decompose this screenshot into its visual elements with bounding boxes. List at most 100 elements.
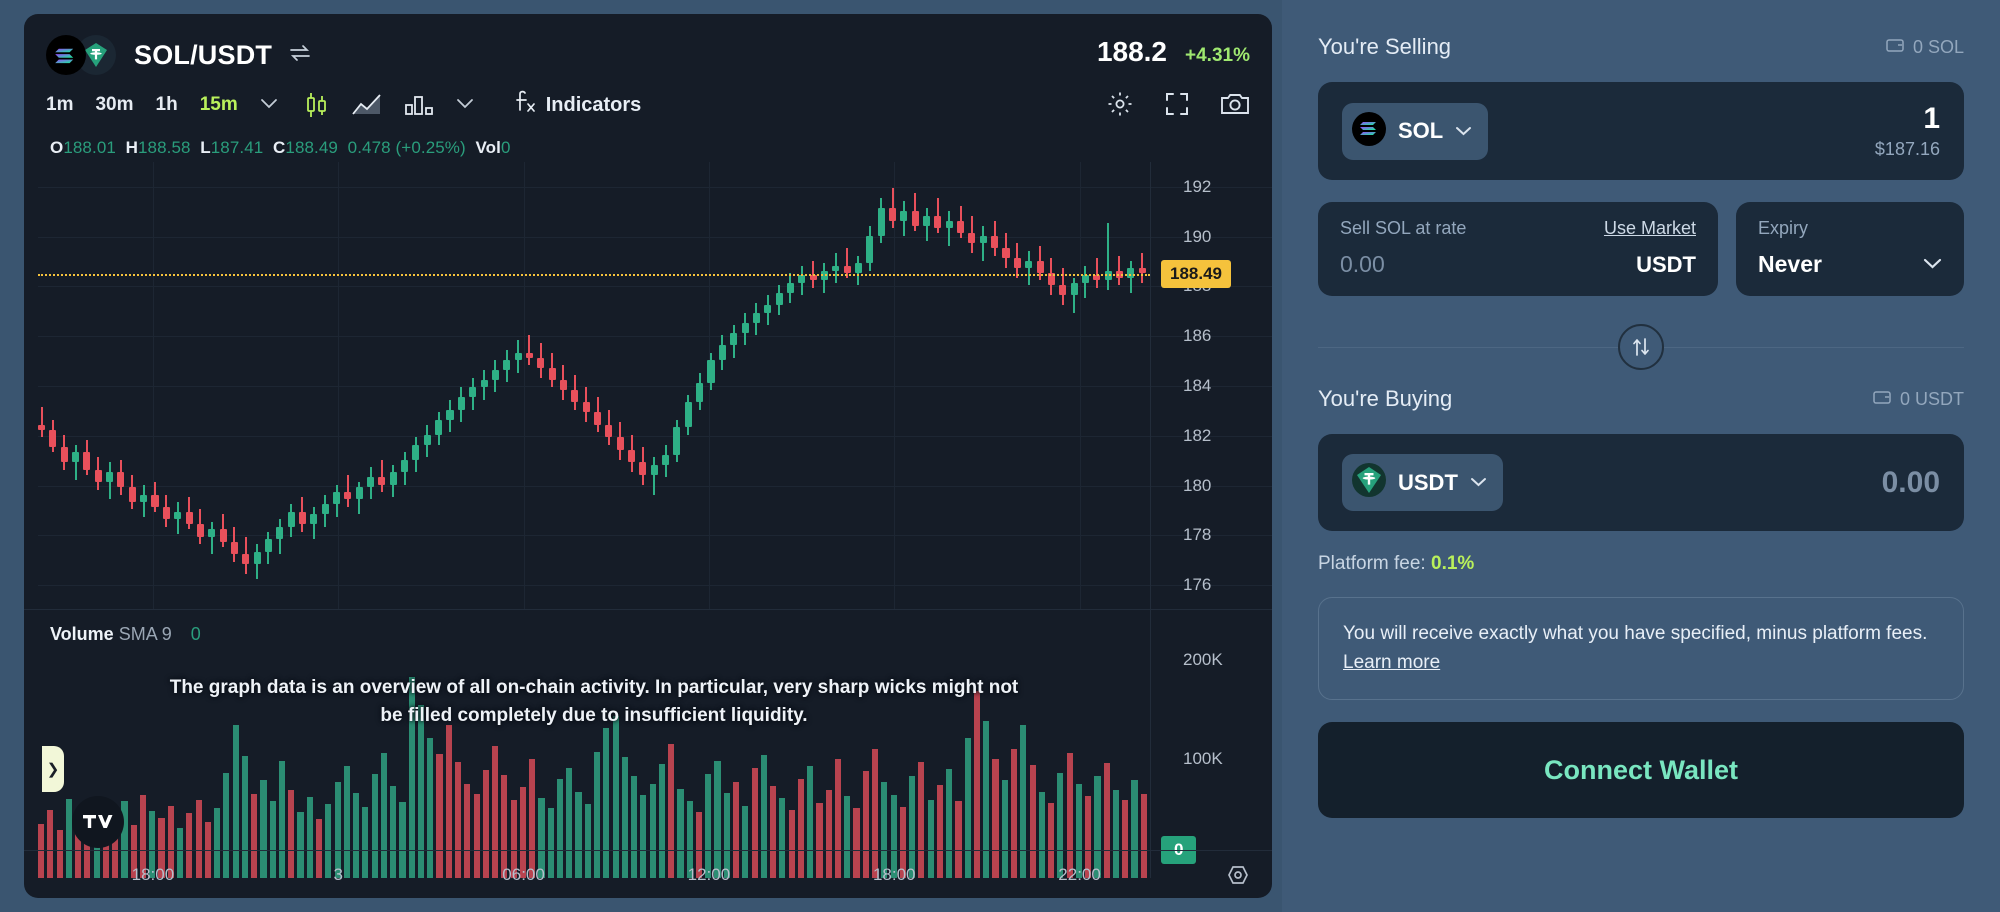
- fullscreen-icon[interactable]: [1164, 91, 1190, 117]
- candle: [208, 161, 215, 609]
- ohlc-vol-label: Vol: [475, 138, 501, 157]
- selling-amount-usd: $187.16: [1875, 139, 1940, 160]
- candle: [912, 161, 919, 609]
- selling-amount-block: 1 $187.16: [1875, 102, 1940, 160]
- buying-token-symbol: USDT: [1398, 470, 1458, 496]
- chart-toolbar: 1m 30m 1h 15m: [46, 82, 1250, 128]
- candle: [968, 161, 975, 609]
- candle: [980, 161, 987, 609]
- symbol-row: SOL/USDT: [46, 32, 1250, 78]
- platform-fee-label: Platform fee:: [1318, 553, 1426, 574]
- candle: [594, 161, 601, 609]
- ohlc-o-value: 188.01: [63, 138, 116, 157]
- candle: [639, 161, 646, 609]
- pair-icons: [46, 33, 128, 77]
- price-display: 188.2 +4.31%: [1097, 36, 1250, 68]
- ohlc-h-label: H: [126, 138, 138, 157]
- candle: [821, 161, 828, 609]
- candle: [878, 161, 885, 609]
- candle: [991, 161, 998, 609]
- candle: [1127, 161, 1134, 609]
- camera-icon[interactable]: [1220, 91, 1250, 117]
- chevron-down-icon: [1455, 123, 1472, 140]
- ohlc-c-value: 188.49: [285, 138, 338, 157]
- selling-balance-value: 0 SOL: [1913, 37, 1964, 58]
- rate-input[interactable]: 0.00: [1340, 251, 1385, 278]
- solana-icon: [46, 35, 86, 75]
- chevron-right-icon[interactable]: ❯: [42, 746, 64, 792]
- timeframe-15m[interactable]: 15m: [200, 94, 238, 116]
- ohlc-o-label: O: [50, 138, 63, 157]
- wallet-icon: [1873, 389, 1891, 410]
- price-axis-label: 186: [1183, 326, 1211, 346]
- last-price-badge: 188.49: [1161, 260, 1231, 288]
- platform-fee: Platform fee: 0.1%: [1318, 553, 1964, 575]
- selling-token-selector[interactable]: SOL: [1342, 103, 1488, 160]
- candle: [310, 161, 317, 609]
- candle: [515, 161, 522, 609]
- volume-axis-label: 100K: [1183, 749, 1223, 769]
- indicators-button[interactable]: Indicators: [514, 89, 642, 121]
- learn-more-link[interactable]: Learn more: [1343, 652, 1440, 673]
- candle: [1037, 161, 1044, 609]
- timeframe-30m[interactable]: 30m: [95, 94, 133, 116]
- volume-axis[interactable]: 200K100K0: [1150, 610, 1272, 878]
- candle: [889, 161, 896, 609]
- chart-panel: SOL/USDT 188.2 +4.31% 1m 30m 1h 15m: [24, 14, 1272, 898]
- candle: [753, 161, 760, 609]
- buying-token-card: USDT 0.00: [1318, 434, 1964, 531]
- candle: [571, 161, 578, 609]
- candle: [344, 161, 351, 609]
- candle: [503, 161, 510, 609]
- timeframe-1m[interactable]: 1m: [46, 94, 73, 116]
- candle: [605, 161, 612, 609]
- fx-icon: [514, 89, 536, 121]
- candlestick-chart-icon[interactable]: [304, 91, 330, 119]
- price-axis-label: 176: [1183, 575, 1211, 595]
- buying-amount-input[interactable]: 0.00: [1882, 466, 1940, 499]
- candle: [776, 161, 783, 609]
- timeframe-1h[interactable]: 1h: [156, 94, 178, 116]
- candle: [810, 161, 817, 609]
- candle: [151, 161, 158, 609]
- candle: [220, 161, 227, 609]
- candle: [934, 161, 941, 609]
- candle: [1071, 161, 1078, 609]
- use-market-link[interactable]: Use Market: [1604, 218, 1696, 239]
- selling-title: You're Selling: [1318, 34, 1451, 60]
- gear-icon[interactable]: [1106, 90, 1134, 118]
- time-axis[interactable]: 18:00306:0012:0018:0022:00: [24, 850, 1272, 898]
- price-axis-label: 184: [1183, 376, 1211, 396]
- candle: [458, 161, 465, 609]
- area-chart-icon[interactable]: [352, 92, 382, 118]
- ohlc-l-label: L: [200, 138, 210, 157]
- candle: [730, 161, 737, 609]
- tradingview-logo[interactable]: [72, 796, 124, 848]
- candle: [1048, 161, 1055, 609]
- price-axis[interactable]: 192190188186184182180178176188.49: [1150, 162, 1272, 609]
- connect-wallet-button[interactable]: Connect Wallet: [1318, 722, 1964, 818]
- candle: [798, 161, 805, 609]
- swap-vertical-icon[interactable]: [1618, 324, 1664, 370]
- candle: [549, 161, 556, 609]
- expiry-selector[interactable]: Expiry Never: [1736, 202, 1964, 296]
- buying-token-selector[interactable]: USDT: [1342, 454, 1503, 511]
- price-pane[interactable]: 192190188186184182180178176188.49: [24, 162, 1272, 610]
- candle: [651, 161, 658, 609]
- clock-settings-icon[interactable]: [1226, 863, 1250, 892]
- candle: [378, 161, 385, 609]
- candle: [83, 161, 90, 609]
- price-axis-label: 180: [1183, 476, 1211, 496]
- charttype-chevron-down-icon[interactable]: [456, 96, 474, 114]
- buying-balance: 0 USDT: [1873, 389, 1964, 410]
- candle: [174, 161, 181, 609]
- bar-chart-icon[interactable]: [404, 92, 434, 118]
- rate-card-body: 0.00 USDT: [1340, 251, 1696, 278]
- selling-amount-input[interactable]: 1: [1875, 102, 1940, 135]
- timeframe-chevron-down-icon[interactable]: [260, 96, 278, 114]
- candle: [923, 161, 930, 609]
- price-axis-label: 182: [1183, 426, 1211, 446]
- swap-horizontal-icon[interactable]: [288, 44, 312, 66]
- candle: [390, 161, 397, 609]
- volume-pane[interactable]: Volume SMA 9 0 The graph data is an over…: [24, 610, 1272, 878]
